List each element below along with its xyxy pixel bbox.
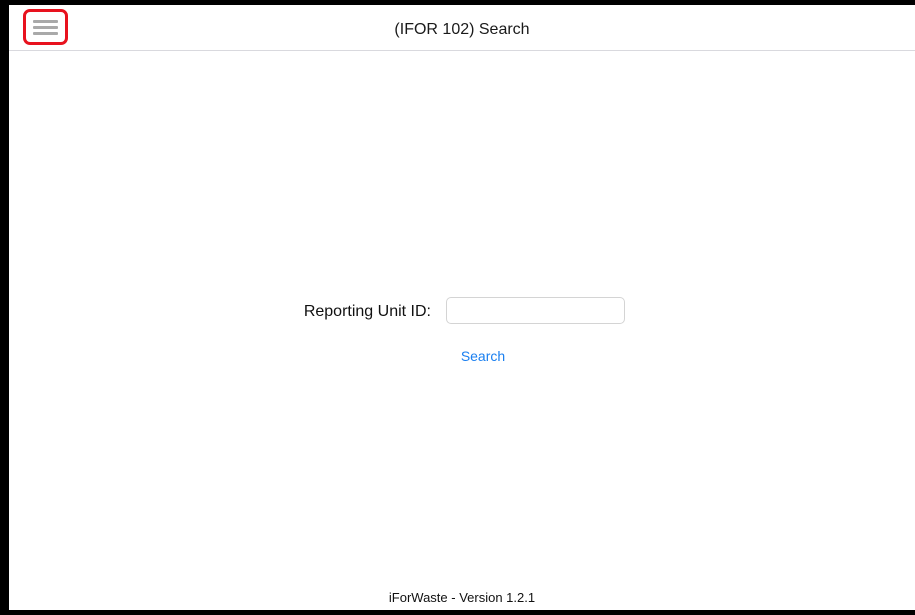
page-title: (IFOR 102) Search [394, 21, 530, 38]
search-button[interactable]: Search [433, 345, 533, 367]
navigation-bar: (IFOR 102) Search [9, 5, 915, 51]
reporting-unit-id-label: Reporting Unit ID: [303, 303, 431, 320]
app-window: (IFOR 102) Search Reporting Unit ID: Sea… [9, 5, 915, 610]
version-label: iForWaste - Version 1.2.1 [388, 590, 536, 605]
reporting-unit-id-input[interactable] [446, 297, 625, 324]
